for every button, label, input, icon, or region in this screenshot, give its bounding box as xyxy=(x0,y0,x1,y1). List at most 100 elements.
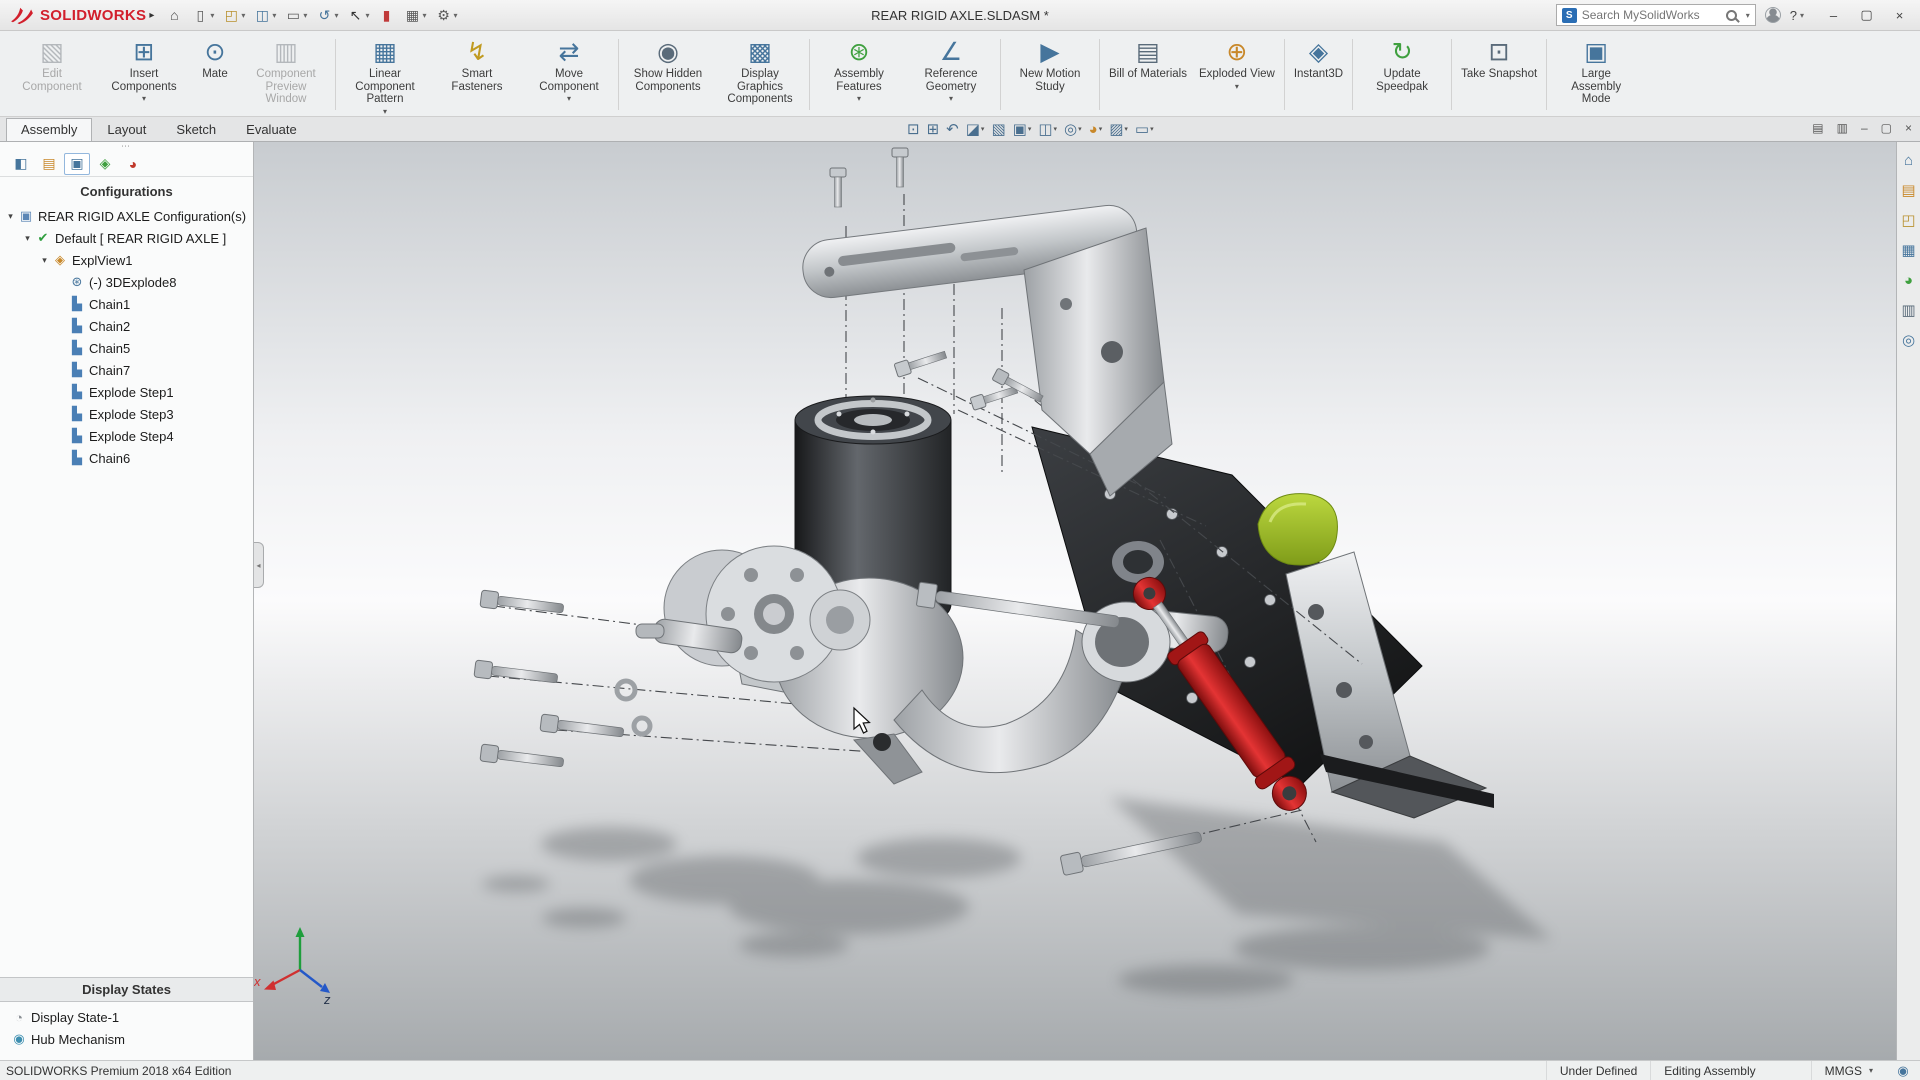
zoom-to-area-button[interactable]: ⊞ xyxy=(925,119,942,139)
solidworks-resources-button[interactable]: ⌂ xyxy=(1899,150,1919,170)
lateral-link-part[interactable] xyxy=(1258,494,1337,565)
close-document-button[interactable]: × xyxy=(1905,121,1912,135)
panel-splitter-handle[interactable]: ◂ xyxy=(254,542,264,588)
move-component-button[interactable]: ⇄Move Component▾ xyxy=(523,33,615,116)
dropdown-caret-icon[interactable]: ▾ xyxy=(1054,125,1058,133)
large-assembly-mode-button[interactable]: ▣Large Assembly Mode xyxy=(1550,33,1642,116)
dimxpertmanager-tab[interactable]: ◈ xyxy=(92,153,118,175)
pane-full-button[interactable]: ▥ xyxy=(1837,121,1848,135)
display-graphics-components-button[interactable]: ▩Display Graphics Components xyxy=(714,33,806,116)
mysolidworks-status-icon[interactable]: ◉ xyxy=(1886,1063,1920,1079)
3d-drawing-view-button[interactable]: ▧ xyxy=(989,119,1007,139)
featuremanager-tab[interactable]: ◧ xyxy=(8,153,34,175)
search-box[interactable]: S ▾ xyxy=(1556,4,1756,26)
toolbar-flyout-icon[interactable]: ▸ xyxy=(149,10,154,21)
tab-layout[interactable]: Layout xyxy=(92,118,161,141)
rebuild-button[interactable]: ▮ xyxy=(374,3,398,27)
tree-item[interactable]: ▾✔Default [ REAR RIGID AXLE ] xyxy=(0,227,253,249)
assembly-3d-view[interactable]: x z xyxy=(254,142,1896,1060)
dropdown-caret-icon[interactable]: ▾ xyxy=(383,107,387,116)
tree-item[interactable]: ▙Chain5 xyxy=(0,337,253,359)
tree-item[interactable]: ▙Chain1 xyxy=(0,293,253,315)
instant3d-button[interactable]: ◈Instant3D xyxy=(1288,33,1349,116)
search-icon[interactable] xyxy=(1726,10,1737,21)
print-button[interactable]: ▭▾ xyxy=(281,3,310,27)
close-window-button[interactable]: × xyxy=(1883,3,1916,27)
tab-assembly[interactable]: Assembly xyxy=(6,118,92,141)
hide-show-items-button[interactable]: ◎▾ xyxy=(1062,119,1084,139)
home-button[interactable]: ⌂ xyxy=(162,3,186,27)
exploded-view-button[interactable]: ⊕Exploded View▾ xyxy=(1193,33,1281,116)
tree-item[interactable]: ▙Chain2 xyxy=(0,315,253,337)
dropdown-caret-icon[interactable]: ▾ xyxy=(241,11,245,20)
propertymanager-tab[interactable]: ▤ xyxy=(36,153,62,175)
dropdown-caret-icon[interactable]: ▾ xyxy=(857,94,861,103)
view-orientation-button[interactable]: ▣▾ xyxy=(1011,119,1034,139)
search-input[interactable] xyxy=(1582,8,1721,22)
restore-document-button[interactable]: ▢ xyxy=(1881,121,1892,135)
dropdown-caret-icon[interactable]: ▾ xyxy=(1235,82,1239,91)
tree-item[interactable]: ▙Chain6 xyxy=(0,447,253,469)
mate-button[interactable]: ⊙Mate xyxy=(190,33,240,116)
dropdown-caret-icon[interactable]: ▾ xyxy=(210,11,214,20)
section-view-button[interactable]: ◪▾ xyxy=(964,119,987,139)
maximize-window-button[interactable]: ▢ xyxy=(1850,3,1883,27)
show-hidden-components-button[interactable]: ◉Show Hidden Components xyxy=(622,33,714,116)
dropdown-caret-icon[interactable]: ▾ xyxy=(1078,125,1082,133)
display-style-button[interactable]: ◫▾ xyxy=(1036,119,1059,139)
dropdown-caret-icon[interactable]: ▾ xyxy=(981,125,985,133)
graphics-area[interactable]: x z ◂ xyxy=(254,142,1896,1060)
solidworks-forum-button[interactable]: ◎ xyxy=(1899,330,1919,350)
dropdown-caret-icon[interactable]: ▾ xyxy=(949,94,953,103)
dropdown-caret-icon[interactable]: ▾ xyxy=(567,94,571,103)
smart-fasteners-button[interactable]: ↯Smart Fasteners xyxy=(431,33,523,116)
custom-properties-button[interactable]: ▥ xyxy=(1899,300,1919,320)
search-caret-icon[interactable]: ▾ xyxy=(1746,11,1750,20)
tree-item[interactable]: ▙Explode Step1 xyxy=(0,381,253,403)
panel-grip[interactable]: ⋯ xyxy=(0,142,253,151)
update-speedpak-button[interactable]: ↻Update Speedpak xyxy=(1356,33,1448,116)
minimize-document-button[interactable]: – xyxy=(1861,121,1868,135)
dropdown-caret-icon[interactable]: ▾ xyxy=(1099,125,1103,133)
open-button[interactable]: ◰▾ xyxy=(219,3,248,27)
options-button[interactable]: ⚙▾ xyxy=(431,3,460,27)
dropdown-caret-icon[interactable]: ▾ xyxy=(422,11,426,20)
user-account-icon[interactable] xyxy=(1765,7,1781,23)
dropdown-caret-icon[interactable]: ▾ xyxy=(1124,125,1128,133)
display-state-item[interactable]: ◔Display State-1 xyxy=(0,1006,253,1028)
undo-button[interactable]: ↺▾ xyxy=(312,3,341,27)
tree-item[interactable]: ▾▣REAR RIGID AXLE Configuration(s) xyxy=(0,205,253,227)
tree-item[interactable]: ▾◈ExplView1 xyxy=(0,249,253,271)
dropdown-caret-icon[interactable]: ▾ xyxy=(334,11,338,20)
displaymanager-tab[interactable]: ◕ xyxy=(120,153,146,175)
tree-item[interactable]: ▙Explode Step3 xyxy=(0,403,253,425)
dropdown-caret-icon[interactable]: ▾ xyxy=(1028,125,1032,133)
dropdown-caret-icon[interactable]: ▾ xyxy=(303,11,307,20)
units-selector[interactable]: MMGS ▾ xyxy=(1811,1061,1886,1080)
expander-icon[interactable]: ▾ xyxy=(4,211,17,222)
file-explorer-button[interactable]: ◰ xyxy=(1899,210,1919,230)
dropdown-caret-icon[interactable]: ▾ xyxy=(365,11,369,20)
linear-component-pattern-button[interactable]: ▦Linear Component Pattern▾ xyxy=(339,33,431,116)
dropdown-caret-icon[interactable]: ▾ xyxy=(272,11,276,20)
tree-item[interactable]: ⊛(-) 3DExplode8 xyxy=(0,271,253,293)
reference-geometry-button[interactable]: ∠Reference Geometry▾ xyxy=(905,33,997,116)
pane-split-button[interactable]: ▤ xyxy=(1812,121,1823,135)
assembly-features-button[interactable]: ⊛Assembly Features▾ xyxy=(813,33,905,116)
zoom-to-fit-button[interactable]: ⊡ xyxy=(905,119,922,139)
tree-item[interactable]: ▙Chain7 xyxy=(0,359,253,381)
tree-item[interactable]: ▙Explode Step4 xyxy=(0,425,253,447)
edit-appearance-button[interactable]: ◕▾ xyxy=(1087,119,1105,139)
previous-view-button[interactable]: ↶ xyxy=(944,119,961,139)
display-state-item[interactable]: ◉Hub Mechanism xyxy=(0,1028,253,1050)
help-menu[interactable]: ? ▾ xyxy=(1790,8,1804,23)
bill-of-materials-button[interactable]: ▤Bill of Materials xyxy=(1103,33,1193,116)
insert-components-button[interactable]: ⊞Insert Components▾ xyxy=(98,33,190,116)
new-document-button[interactable]: ▯▾ xyxy=(188,3,217,27)
save-button[interactable]: ◫▾ xyxy=(250,3,279,27)
view-settings-button[interactable]: ▭▾ xyxy=(1133,119,1156,139)
appearances-scenes-button[interactable]: ◕ xyxy=(1899,270,1919,290)
select-button[interactable]: ↖▾ xyxy=(343,3,372,27)
minimize-window-button[interactable]: – xyxy=(1817,3,1850,27)
new-motion-study-button[interactable]: ▶New Motion Study xyxy=(1004,33,1096,116)
